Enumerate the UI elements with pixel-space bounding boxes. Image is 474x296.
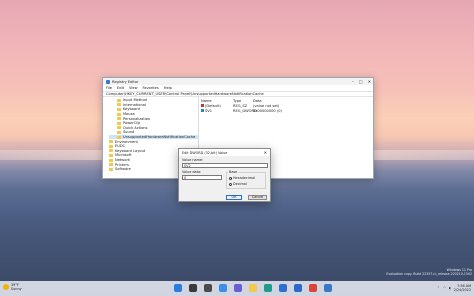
store-icon[interactable] (279, 284, 287, 292)
folder-icon (117, 130, 121, 134)
base-group (226, 172, 266, 189)
ok-button[interactable]: OK (226, 195, 242, 200)
radio-selected-icon (229, 176, 232, 180)
hexadecimal-radio[interactable]: Hexadecimal (229, 176, 255, 180)
maximize-button[interactable]: □ (359, 79, 363, 84)
widgets-icon[interactable] (219, 284, 227, 292)
dialog-titlebar[interactable]: Edit DWORD (32-bit) Value ✕ (179, 149, 270, 156)
edit-dword-dialog[interactable]: Edit DWORD (32-bit) Value ✕ Value name: … (178, 148, 271, 202)
string-value-icon (201, 104, 204, 107)
folder-icon (109, 158, 113, 162)
menu-favorites[interactable]: Favorites (143, 86, 159, 90)
weather-condition: Sunny (11, 287, 22, 291)
value-name-label: Value name: (182, 158, 204, 162)
taskbar: 39°F Sunny ⌃ ◠ ◖ 7:56 AM 2/24/2022 (0, 281, 474, 296)
folder-icon (109, 149, 113, 153)
sun-icon (3, 284, 9, 290)
weather-widget[interactable]: 39°F Sunny (3, 283, 22, 291)
radio-empty-icon (229, 182, 232, 186)
folder-icon (117, 117, 121, 121)
system-tray: ⌃ ◠ ◖ 7:56 AM 2/24/2022 (437, 284, 471, 292)
search-icon[interactable] (189, 284, 197, 292)
folder-icon (117, 135, 121, 139)
folder-icon (117, 112, 121, 116)
dword-value-icon (201, 109, 204, 112)
folder-icon (117, 126, 121, 130)
folder-icon (109, 167, 113, 171)
wifi-icon[interactable]: ◠ (443, 286, 446, 290)
folder-icon (109, 153, 113, 157)
folder-icon (117, 107, 121, 111)
cancel-button[interactable]: Cancel (248, 195, 267, 200)
registry-editor-icon[interactable] (324, 284, 332, 292)
menu-edit[interactable]: Edit (117, 86, 124, 90)
evaluation-watermark: Windows 11 Pro Evaluation copy. Build 22… (386, 268, 472, 276)
header-name[interactable]: Name (201, 99, 233, 103)
folder-icon (117, 103, 121, 107)
volume-icon[interactable]: ◖ (449, 286, 451, 290)
header-data[interactable]: Data (253, 99, 313, 103)
value-row[interactable]: SV1 REG_DWORD 0x00000000 (0) (201, 108, 373, 113)
folder-icon (109, 163, 113, 167)
tree-item-selected[interactable]: UnsupportedHardwareNotificationCache (109, 134, 198, 140)
registry-title: Registry Editor (112, 79, 139, 84)
chevron-up-icon[interactable]: ⌃ (437, 286, 440, 290)
menu-view[interactable]: View (129, 86, 138, 90)
mail-icon[interactable] (294, 284, 302, 292)
decimal-radio[interactable]: Decimal (229, 182, 247, 186)
registry-titlebar[interactable]: Registry Editor – □ ✕ (103, 78, 373, 85)
registry-app-icon (106, 79, 110, 84)
base-label: Base (228, 170, 239, 174)
value-data-label: Value data: (182, 170, 202, 174)
file-explorer-icon[interactable] (249, 284, 257, 292)
value-data-field[interactable]: 0 (182, 175, 222, 180)
folder-icon (117, 121, 121, 125)
folder-icon (117, 98, 121, 102)
minimize-button[interactable]: – (352, 79, 354, 84)
folder-icon (109, 144, 113, 148)
chrome-icon[interactable] (309, 284, 317, 292)
clock[interactable]: 7:56 AM 2/24/2022 (454, 284, 471, 292)
header-type[interactable]: Type (233, 99, 253, 103)
close-button[interactable]: ✕ (368, 79, 371, 84)
edge-icon[interactable] (264, 284, 272, 292)
task-view-icon[interactable] (204, 284, 212, 292)
chat-icon[interactable] (234, 284, 242, 292)
taskbar-apps (174, 284, 332, 292)
menu-help[interactable]: Help (164, 86, 172, 90)
dialog-title: Edit DWORD (32-bit) Value (182, 150, 228, 155)
start-icon[interactable] (174, 284, 182, 292)
folder-icon (109, 140, 113, 144)
value-name-field[interactable]: SV2 (182, 163, 268, 168)
dialog-close-button[interactable]: ✕ (264, 150, 267, 155)
menu-file[interactable]: File (106, 86, 112, 90)
